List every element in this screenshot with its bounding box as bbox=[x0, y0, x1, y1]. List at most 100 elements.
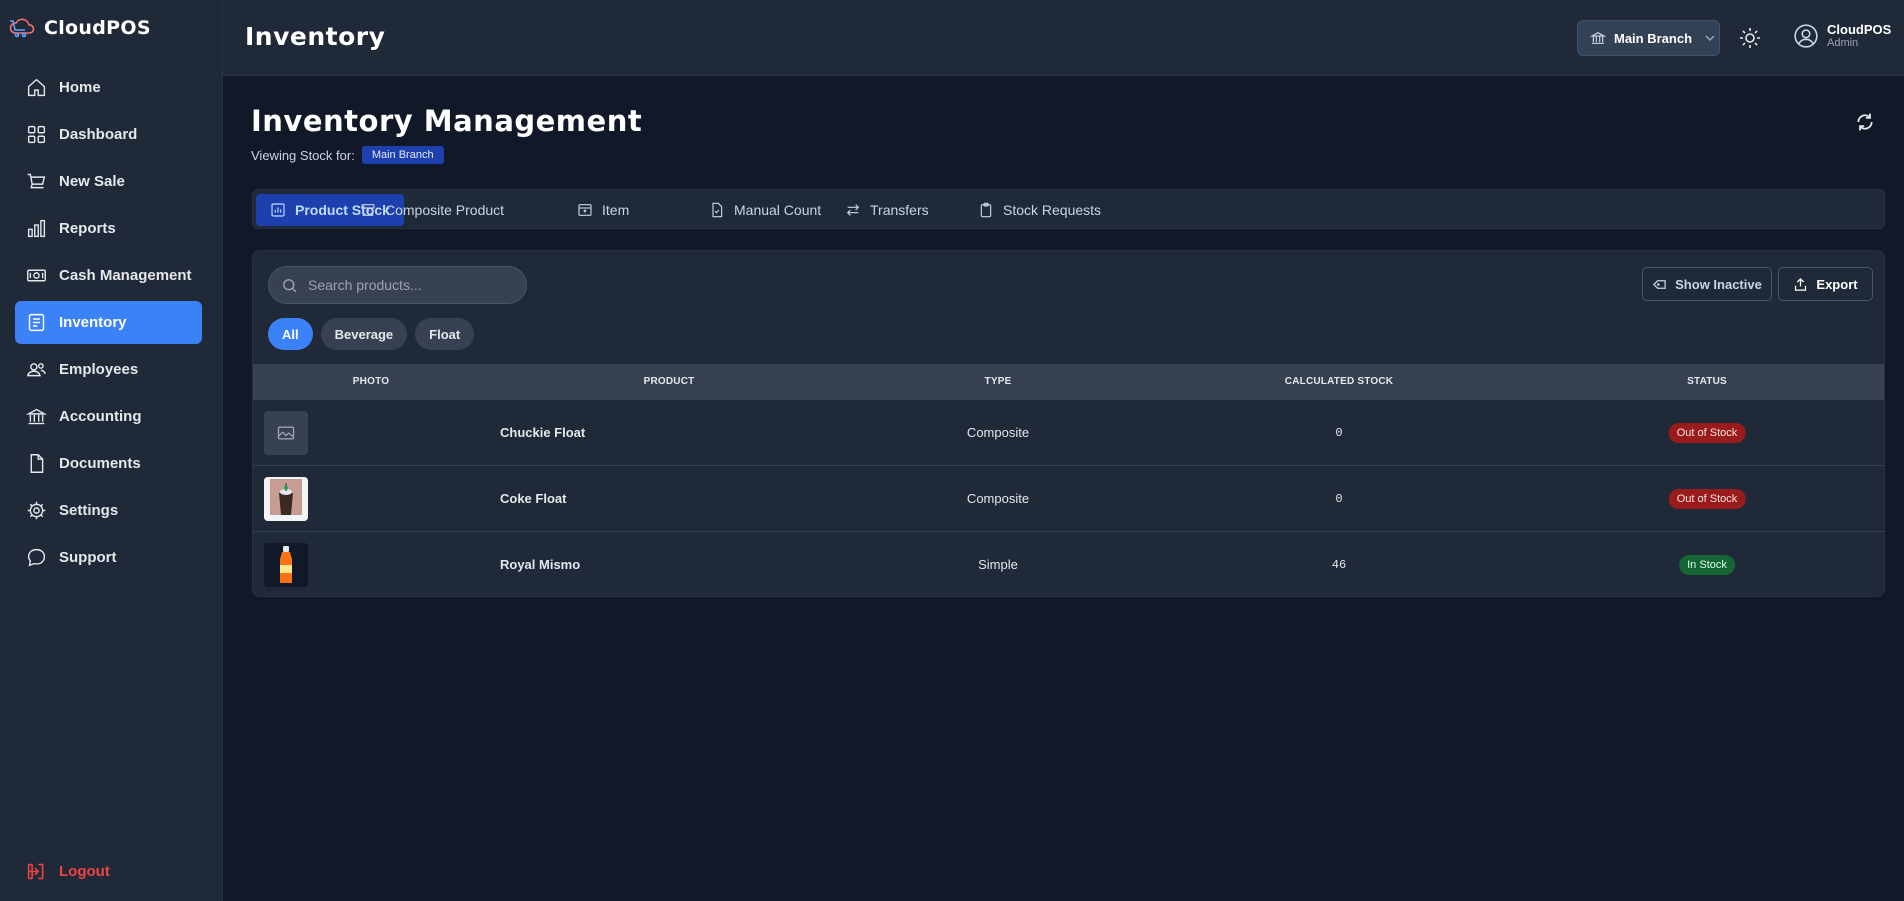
filter-chip-beverage[interactable]: Beverage bbox=[320, 318, 408, 350]
viewing-branch-badge: Main Branch bbox=[361, 146, 444, 164]
tab-transfers[interactable]: Transfers bbox=[831, 194, 943, 226]
sidebar-item-support[interactable]: Support bbox=[15, 536, 202, 579]
tab-label: Transfers bbox=[870, 202, 929, 218]
column-header-photo: Photo bbox=[352, 376, 390, 387]
filter-chip-all[interactable]: All bbox=[268, 318, 313, 350]
calculated-stock: 46 bbox=[1331, 557, 1347, 572]
sidebar-item-label: Cash Management bbox=[59, 267, 192, 284]
product-type: Composite bbox=[966, 491, 1030, 506]
sidebar-item-accounting[interactable]: Accounting bbox=[15, 395, 202, 438]
sidebar: CloudPOS Home Dashboard New Sale Reports… bbox=[0, 0, 223, 901]
column-header-calculated-stock: Calculated Stock bbox=[1284, 376, 1394, 387]
gear-icon bbox=[27, 501, 46, 520]
column-header-type: Type bbox=[984, 376, 1012, 387]
sidebar-item-employees[interactable]: Employees bbox=[15, 348, 202, 391]
sidebar-item-cash-management[interactable]: Cash Management bbox=[15, 254, 202, 297]
page-title: Inventory Management bbox=[251, 104, 643, 138]
sidebar-item-inventory[interactable]: Inventory bbox=[15, 301, 202, 344]
chat-icon bbox=[27, 548, 46, 567]
file-check-icon bbox=[712, 202, 723, 218]
product-name: Coke Float bbox=[500, 491, 567, 506]
status-badge: Out of Stock bbox=[1668, 422, 1746, 443]
product-stock-panel: Show Inactive Export All Beverage Float … bbox=[252, 250, 1885, 597]
tab-label: Composite Product bbox=[385, 202, 505, 218]
tab-label: Manual Count bbox=[734, 202, 822, 218]
cash-icon bbox=[27, 269, 46, 282]
clipboard-list-icon bbox=[28, 313, 45, 332]
sidebar-item-dashboard[interactable]: Dashboard bbox=[15, 113, 202, 156]
royal-bottle-photo bbox=[264, 543, 308, 587]
chart-icon bbox=[271, 203, 285, 217]
viewing-label: Viewing Stock for: bbox=[251, 147, 355, 163]
topbar: Inventory Main Branch CloudPOS Admin bbox=[223, 0, 1904, 76]
sidebar-item-label: Reports bbox=[59, 220, 116, 237]
sidebar-item-label: Employees bbox=[59, 361, 139, 378]
search-icon bbox=[283, 278, 297, 292]
search-box bbox=[268, 266, 527, 304]
product-type: Composite bbox=[966, 425, 1030, 440]
tab-label: Item bbox=[602, 202, 630, 218]
sidebar-item-label: Home bbox=[59, 79, 101, 96]
product-name: Chuckie Float bbox=[500, 425, 586, 440]
bank-icon bbox=[1590, 31, 1606, 44]
logout-button[interactable]: Logout bbox=[15, 851, 202, 891]
sidebar-item-new-sale[interactable]: New Sale bbox=[15, 160, 202, 203]
bar-chart-icon bbox=[27, 219, 46, 238]
grid-icon bbox=[27, 125, 46, 144]
sidebar-item-documents[interactable]: Documents bbox=[15, 442, 202, 485]
stock-table: Photo Product Type Calculated Stock Stat… bbox=[253, 364, 1884, 596]
brand[interactable]: CloudPOS bbox=[8, 14, 151, 42]
placeholder-image-icon bbox=[264, 411, 308, 455]
sidebar-item-home[interactable]: Home bbox=[15, 66, 202, 109]
table-row[interactable]: Coke Float Composite 0 Out of Stock bbox=[253, 465, 1884, 531]
table-row[interactable]: Chuckie Float Composite 0 Out of Stock bbox=[253, 399, 1884, 465]
sidebar-item-label: Dashboard bbox=[59, 126, 138, 143]
tab-item[interactable]: Item bbox=[563, 194, 643, 226]
coke-float-photo bbox=[264, 477, 308, 521]
sidebar-item-reports[interactable]: Reports bbox=[15, 207, 202, 250]
cart-icon bbox=[27, 173, 46, 189]
app-name: CloudPOS bbox=[44, 17, 151, 39]
sidebar-item-label: New Sale bbox=[59, 173, 125, 190]
branch-select[interactable]: Main Branch bbox=[1577, 20, 1720, 56]
logout-label: Logout bbox=[59, 862, 110, 880]
sidebar-item-label: Accounting bbox=[59, 408, 142, 425]
chevron-down-icon bbox=[1705, 35, 1715, 42]
bank-icon bbox=[26, 408, 47, 425]
show-inactive-button[interactable]: Show Inactive bbox=[1642, 267, 1772, 301]
viewing-stock: Viewing Stock for: Main Branch bbox=[251, 146, 444, 164]
search-input[interactable] bbox=[308, 277, 508, 293]
sidebar-item-settings[interactable]: Settings bbox=[15, 489, 202, 532]
calculated-stock: 0 bbox=[1335, 425, 1343, 440]
clipboard-icon bbox=[980, 202, 992, 218]
cloud-cart-logo-icon bbox=[9, 18, 35, 38]
sidebar-item-label: Inventory bbox=[59, 314, 127, 331]
table-row[interactable]: Royal Mismo Simple 46 In Stock bbox=[253, 531, 1884, 596]
tab-label: Stock Requests bbox=[1003, 202, 1102, 218]
sidebar-item-label: Documents bbox=[59, 455, 141, 472]
logout-icon bbox=[27, 863, 44, 879]
status-badge: Out of Stock bbox=[1668, 488, 1746, 509]
export-label: Export bbox=[1816, 276, 1858, 292]
export-button[interactable]: Export bbox=[1778, 267, 1873, 301]
box-icon bbox=[578, 204, 592, 216]
user-menu[interactable]: CloudPOS Admin bbox=[1793, 22, 1891, 49]
branch-select-value: Main Branch bbox=[1614, 30, 1693, 46]
filter-chip-float[interactable]: Float bbox=[415, 318, 475, 350]
refresh-icon[interactable] bbox=[1855, 112, 1875, 132]
archive-icon bbox=[361, 204, 375, 216]
tag-icon bbox=[1653, 279, 1666, 289]
users-icon bbox=[26, 363, 46, 377]
sun-icon[interactable] bbox=[1738, 26, 1762, 50]
document-icon bbox=[30, 454, 44, 473]
tab-manual-count[interactable]: Manual Count bbox=[695, 194, 835, 226]
sidebar-item-label: Support bbox=[59, 549, 117, 566]
table-header: Photo Product Type Calculated Stock Stat… bbox=[253, 364, 1884, 399]
tab-stock-requests[interactable]: Stock Requests bbox=[964, 194, 1115, 226]
home-icon bbox=[27, 78, 46, 97]
tab-composite-product[interactable]: Composite Product bbox=[346, 194, 518, 226]
column-header-status: Status bbox=[1687, 376, 1727, 387]
calculated-stock: 0 bbox=[1335, 491, 1343, 506]
inventory-tabs: Product Stock Composite Product Item Man… bbox=[252, 189, 1885, 229]
sidebar-item-label: Settings bbox=[59, 502, 119, 519]
